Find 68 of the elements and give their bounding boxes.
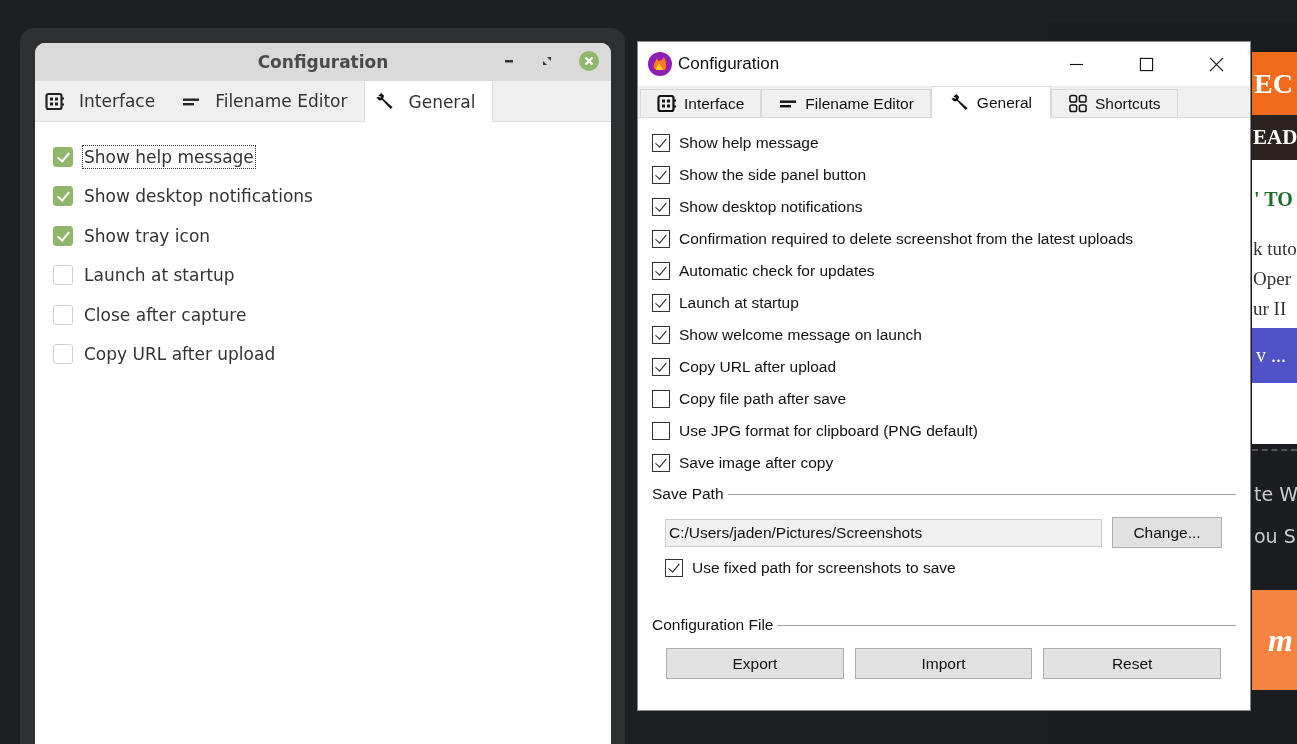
config-button[interactable]: Export [666, 648, 844, 679]
wrench-icon [374, 92, 395, 111]
tab[interactable]: Filename Editor [761, 89, 931, 117]
promo-text: m [1268, 621, 1293, 659]
sidebar-text: te W [1253, 482, 1297, 507]
checkbox[interactable] [652, 230, 670, 248]
checkbox[interactable] [652, 198, 670, 216]
maximize-icon[interactable] [1139, 56, 1154, 72]
checkbox[interactable] [53, 225, 73, 246]
tab[interactable]: Filename Editor [171, 81, 364, 121]
grid-icon [1068, 94, 1088, 113]
sidebar-text: ou S [1253, 524, 1297, 549]
window-title: Configuration [678, 54, 780, 74]
checkbox-label[interactable]: Show help message [679, 134, 819, 152]
panel-icon [657, 94, 677, 113]
checkbox-label[interactable]: Confirmation required to delete screenshot from the latest uploads [679, 230, 1134, 248]
article-text: ur II [1252, 297, 1288, 321]
checkbox[interactable] [665, 559, 683, 577]
checkbox-label[interactable]: Use JPG format for clipboard (PNG default) [679, 422, 978, 440]
checkbox[interactable] [652, 326, 670, 344]
flame-icon [648, 52, 672, 76]
tab[interactable]: Interface [35, 81, 172, 121]
checkbox-label[interactable]: Save image after copy [679, 454, 834, 472]
checkbox-label[interactable]: Show tray icon [82, 223, 213, 248]
checkbox[interactable] [53, 146, 73, 167]
tab[interactable]: Interface [640, 89, 762, 117]
tab[interactable]: General [930, 86, 1051, 118]
checkbox-label[interactable]: Show welcome message on launch [679, 326, 922, 344]
checkbox-label[interactable]: Show desktop notifications [82, 184, 315, 209]
checkbox-label[interactable]: Launch at startup [82, 263, 237, 288]
checkbox-label[interactable]: Use fixed path for screenshots to save [692, 559, 956, 577]
restore-icon[interactable] [541, 55, 553, 67]
article-text: Oper [1252, 267, 1292, 291]
path-field[interactable]: C:/Users/jaden/Pictures/Screenshots [665, 518, 1102, 547]
read-more-button[interactable]: v ... [1252, 328, 1297, 383]
change-button[interactable]: Change... [1112, 517, 1222, 548]
config-button[interactable]: Import [854, 648, 1033, 679]
panel-icon [45, 91, 65, 111]
group-heading: Save Path [652, 485, 724, 503]
checkbox-label[interactable]: Copy URL after upload [679, 358, 837, 376]
checkbox[interactable] [652, 454, 670, 472]
checkbox[interactable] [652, 422, 670, 440]
window-title: Configuration [257, 52, 389, 72]
checkbox[interactable] [652, 262, 670, 280]
checkbox[interactable] [652, 294, 670, 312]
checkbox-label[interactable]: Launch at startup [679, 294, 799, 312]
checkbox[interactable] [652, 358, 670, 376]
checkbox-label[interactable]: Show the side panel button [679, 166, 866, 184]
heading-text: EAD [1253, 125, 1297, 150]
checkbox-label[interactable]: Show desktop notifications [679, 198, 863, 216]
checkbox[interactable] [652, 166, 670, 184]
article-text: k tuto [1252, 237, 1297, 261]
checkbox-label[interactable]: Copy URL after upload [82, 342, 278, 367]
group-heading: Configuration File [652, 616, 774, 634]
banner-text: EC [1254, 67, 1293, 100]
checkbox[interactable] [652, 134, 670, 152]
tab[interactable]: Shortcuts [1051, 89, 1178, 117]
wrench-icon [949, 93, 970, 112]
checkbox-label[interactable]: Close after capture [82, 302, 249, 327]
config-button[interactable]: Reset [1043, 648, 1221, 679]
close-icon[interactable] [1209, 56, 1224, 72]
tab[interactable]: General [363, 81, 493, 122]
article-title: ' TO [1253, 187, 1294, 212]
checkbox-label[interactable]: Copy file path after save [679, 390, 847, 408]
checkbox-label[interactable]: Show help message [82, 144, 256, 169]
checkbox[interactable] [652, 390, 670, 408]
checkbox-label[interactable]: Automatic check for updates [679, 262, 875, 280]
checkbox[interactable] [53, 186, 73, 207]
